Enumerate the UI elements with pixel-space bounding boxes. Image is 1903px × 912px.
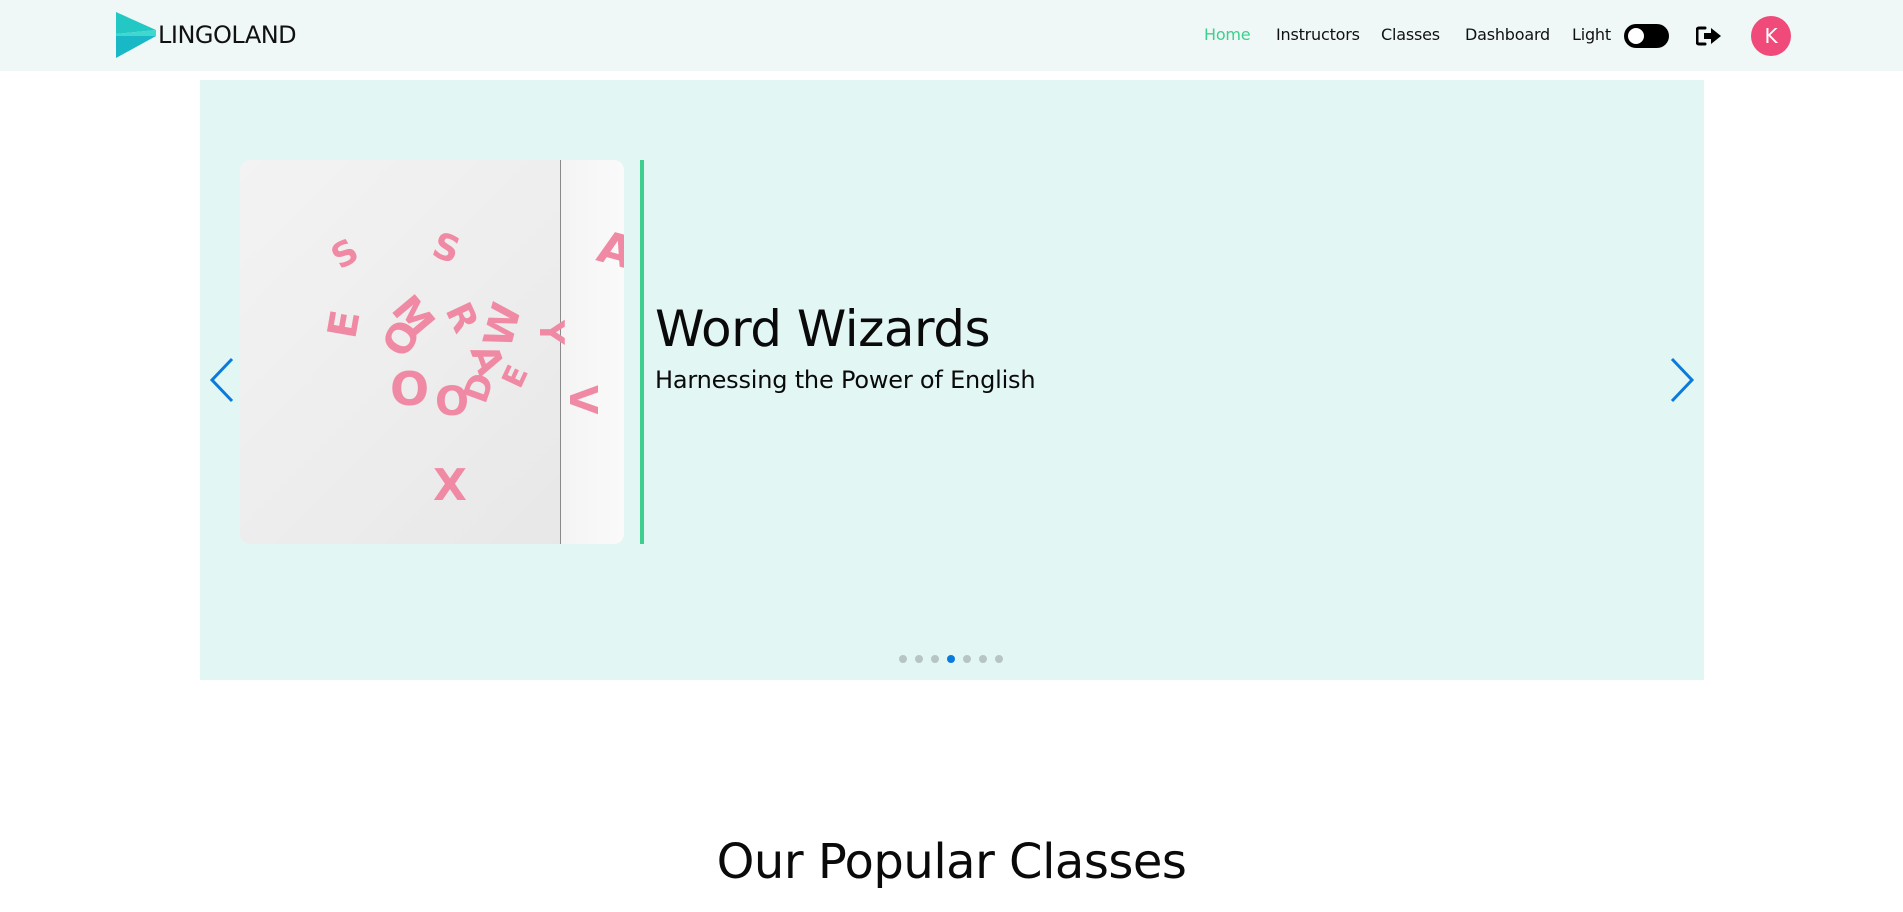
slider-pagination (899, 655, 1011, 663)
svg-text:A: A (592, 221, 624, 279)
top-navbar: LINGOLAND Home Instructors Classes Dashb… (0, 0, 1903, 71)
theme-toggle-knob (1628, 28, 1644, 44)
svg-text:S: S (325, 231, 366, 278)
pagination-dot-1[interactable] (899, 655, 907, 663)
theme-toggle[interactable] (1624, 24, 1669, 48)
slide-subtitle: Harnessing the Power of English (655, 366, 1036, 394)
chevron-right-icon[interactable] (1666, 357, 1696, 403)
pagination-dot-3[interactable] (931, 655, 939, 663)
hero-slider: S S M E R O A W Y O O D E V A X Word Wiz… (200, 80, 1704, 680)
svg-text:X: X (433, 460, 467, 511)
pagination-dot-2[interactable] (915, 655, 923, 663)
pagination-dot-6[interactable] (979, 655, 987, 663)
logout-icon[interactable] (1696, 24, 1722, 48)
pagination-dot-5[interactable] (963, 655, 971, 663)
nav-classes[interactable]: Classes (1381, 25, 1440, 44)
slide-divider (640, 160, 644, 544)
svg-text:Y: Y (531, 319, 571, 345)
theme-label: Light (1572, 25, 1611, 44)
pagination-dot-7[interactable] (995, 655, 1003, 663)
slide-image: S S M E R O A W Y O O D E V A X (240, 160, 624, 544)
popular-classes-title: Our Popular Classes (716, 834, 1187, 890)
svg-text:V: V (561, 385, 605, 415)
svg-text:O: O (390, 362, 429, 416)
pink-letters-image: S S M E R O A W Y O O D E V A X (320, 221, 624, 511)
slide-title: Word Wizards (655, 300, 991, 358)
chevron-left-icon[interactable] (208, 357, 238, 403)
svg-text:E: E (320, 307, 370, 342)
main-nav: Home Instructors Classes Dashboard Light… (0, 0, 1903, 71)
nav-home[interactable]: Home (1204, 25, 1251, 44)
svg-text:S: S (427, 225, 465, 272)
nav-dashboard[interactable]: Dashboard (1465, 25, 1550, 44)
pagination-dot-4[interactable] (947, 655, 955, 663)
svg-text:E: E (496, 360, 536, 393)
user-avatar[interactable]: K (1751, 16, 1791, 56)
nav-instructors[interactable]: Instructors (1276, 25, 1360, 44)
